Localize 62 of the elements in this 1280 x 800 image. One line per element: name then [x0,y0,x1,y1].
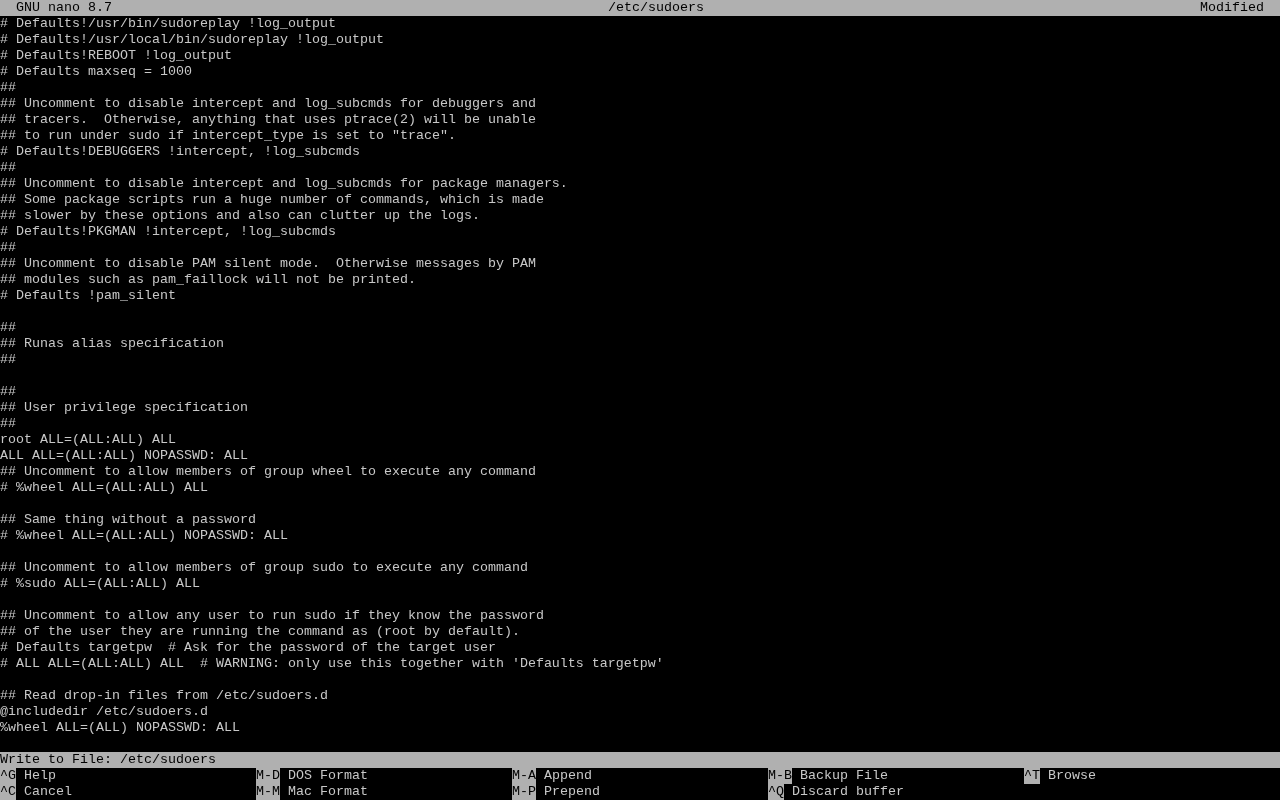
file-name: /etc/sudoers [608,0,704,16]
code-line: ## Uncomment to disable intercept and log_subcmds for debuggers and [0,96,536,112]
code-line: ## Uncomment to allow any user to run sudo if they know the password [0,608,544,624]
code-line: # Defaults maxseq = 1000 [0,64,192,80]
code-line: ## Some package scripts run a huge number of commands, which is made [0,192,544,208]
shortcut-label: Browse [1048,768,1096,784]
code-line: ## of the user they are running the command as (root by default). [0,624,520,640]
code-line: ## [0,384,16,400]
code-line: ## Same thing without a password [0,512,256,528]
filename-field[interactable]: /etc/sudoers [120,752,216,768]
code-line: ## Uncomment to disable PAM silent mode. Otherwise messages by PAM [0,256,536,272]
code-line: # %sudo ALL=(ALL:ALL) ALL [0,576,200,592]
shortcut-key[interactable]: M-B [768,768,792,784]
code-line: ## to run under sudo if intercept_type is set to "trace". [0,128,456,144]
shortcut-label: Backup File [800,768,888,784]
code-line: ## Uncomment to allow members of group wheel to execute any command [0,464,536,480]
code-line: ## Uncomment to disable intercept and log_subcmds for package managers. [0,176,568,192]
shortcut-key[interactable]: M-D [256,768,280,784]
code-line: # %wheel ALL=(ALL:ALL) NOPASSWD: ALL [0,528,288,544]
shortcut-label: Append [544,768,592,784]
shortcut-label: Mac Format [288,784,368,800]
code-line: ## [0,352,16,368]
shortcut-label: Cancel [24,784,72,800]
code-line: # Defaults!DEBUGGERS !intercept, !log_subcmds [0,144,360,160]
code-line: # Defaults!/usr/local/bin/sudoreplay !log_output [0,32,384,48]
shortcut-key[interactable]: M-M [256,784,280,800]
shortcut-key[interactable]: ^C [0,784,16,800]
code-line: @includedir /etc/sudoers.d [0,704,208,720]
code-line: ## tracers. Otherwise, anything that uses ptrace(2) will be unable [0,112,536,128]
code-line: ## Runas alias specification [0,336,224,352]
code-line: ## [0,320,16,336]
shortcut-label: Prepend [544,784,600,800]
code-line: ALL ALL=(ALL:ALL) NOPASSWD: ALL [0,448,248,464]
code-line: ## User privilege specification [0,400,248,416]
code-line: ## Uncomment to allow members of group sudo to execute any command [0,560,528,576]
shortcut-label: Help [24,768,56,784]
modified-status: Modified [1200,0,1265,16]
code-line: ## [0,240,16,256]
prompt-label: Write to File: [0,752,112,768]
code-line: # Defaults !pam_silent [0,288,176,304]
code-line: %wheel ALL=(ALL) NOPASSWD: ALL [0,720,240,736]
code-line: # Defaults targetpw # Ask for the password of the target user [0,640,496,656]
code-line: ## [0,416,16,432]
app-version: GNU nano 8.7 [16,0,112,15]
code-line: ## modules such as pam_faillock will not be printed. [0,272,416,288]
shortcut-label: DOS Format [288,768,368,784]
shortcut-key[interactable]: ^Q [768,784,784,800]
code-line: root ALL=(ALL:ALL) ALL [0,432,176,448]
code-line: ## [0,80,16,96]
shortcut-key[interactable]: M-A [512,768,536,784]
code-line: # %wheel ALL=(ALL:ALL) ALL [0,480,208,496]
code-line: # Defaults!PKGMAN !intercept, !log_subcmds [0,224,336,240]
code-line: ## slower by these options and also can clutter up the logs. [0,208,480,224]
shortcut-key[interactable]: M-P [512,784,536,800]
code-line: # Defaults!REBOOT !log_output [0,48,232,64]
code-line: # Defaults!/usr/bin/sudoreplay !log_output [0,16,336,32]
shortcut-label: Discard buffer [792,784,904,800]
code-line: # ALL ALL=(ALL:ALL) ALL # WARNING: only use this together with 'Defaults targetpw' [0,656,664,672]
code-line: ## Read drop-in files from /etc/sudoers.d [0,688,328,704]
shortcut-key[interactable]: ^G [0,768,16,784]
shortcut-key[interactable]: ^T [1024,768,1040,784]
code-line: ## [0,160,16,176]
